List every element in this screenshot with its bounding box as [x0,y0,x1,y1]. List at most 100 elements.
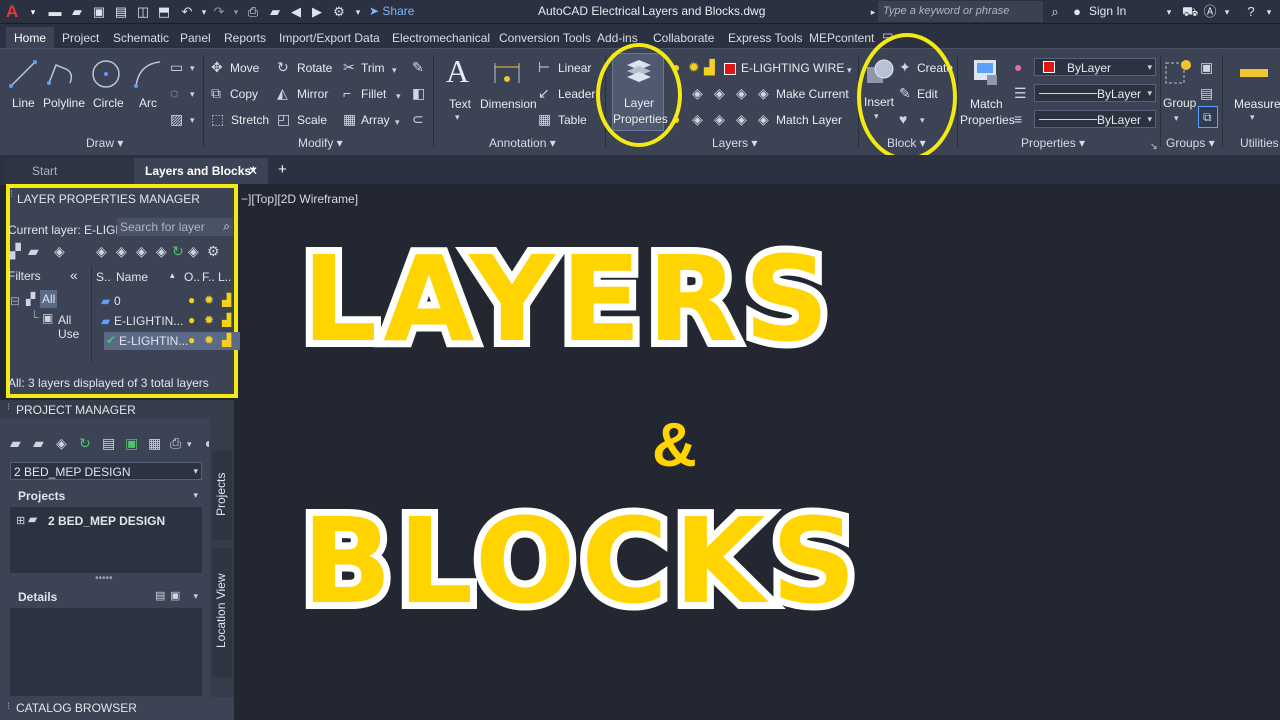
tab-layers-and-blocks[interactable]: Layers and Blocks* [145,164,256,178]
group-selection-toggle[interactable]: ⧉ [1198,106,1218,128]
project-task-icon[interactable]: ▦ [148,435,161,452]
match-properties-label-1[interactable]: Match [970,97,1003,111]
measure-dropdown-icon[interactable]: ▾ [1250,112,1255,123]
hatch-icon[interactable]: ◌ [170,85,178,101]
project-expand-icon[interactable]: ⊞ [16,514,25,527]
refresh-icon[interactable]: ↻ [172,243,184,260]
autodesk-app-icon[interactable]: Ⓐ [1203,5,1217,19]
dimension-button[interactable]: Dimension [480,97,537,111]
close-tab-icon[interactable]: ✕ [248,164,258,178]
array-dropdown-icon[interactable]: ▾ [395,117,400,128]
signin-dropdown-icon[interactable]: ▾ [1162,5,1176,19]
palette-grip-icon[interactable]: ⁝ [7,701,10,712]
project-select[interactable]: 2 BED_MEP DESIGN ▾ [10,462,202,480]
web-mobile-icon[interactable]: ◫ [136,5,150,19]
leader-button[interactable]: Leader [558,87,595,101]
groups-panel-title[interactable]: Groups ▾ [1166,136,1215,150]
tab-import-export[interactable]: Import/Export Data [279,31,380,45]
user-icon[interactable]: ● [1070,5,1084,19]
properties-launcher-icon[interactable]: ↘ [1150,141,1158,152]
text-dropdown-icon[interactable]: ▾ [455,112,460,123]
col-freeze-header[interactable]: F.. [202,270,215,284]
layer-on-bulb-icon[interactable]: ● [188,333,195,347]
refresh-project-icon[interactable]: ↻ [79,435,91,452]
layer-row-selected[interactable]: ✔ E-LIGHTIN... ● ✹ ▟ [104,332,240,350]
collapse-filters-icon[interactable]: « [70,267,78,283]
workspace-dropdown-icon[interactable]: ▾ [351,5,365,19]
layer-thaw-sun-icon[interactable]: ✹ [204,293,214,307]
layer-unlock-icon[interactable]: ▟ [222,293,231,307]
delete-layer-icon[interactable]: ◈ [136,243,147,260]
tab-home[interactable]: Home [6,27,55,50]
new-project-icon[interactable]: ▰ [33,435,44,452]
share-button[interactable]: ➤ Share [369,4,414,18]
layer-row[interactable]: ▰ 0 ● ✹ ▟ [101,292,240,310]
new-file-icon[interactable]: ▬ [48,5,62,19]
new-tab-button[interactable]: + [278,161,287,178]
text-button[interactable]: Text [449,97,471,111]
palette-grip-icon[interactable]: ⁝ [10,189,13,200]
gradient-icon[interactable]: ▨ [170,111,183,128]
layer-unlock-icon[interactable]: ▟ [222,333,231,347]
plot-icon[interactable]: ⎙ [246,5,260,19]
save-as-icon[interactable]: ▤ [114,5,128,19]
current-layer-combo[interactable]: E-LIGHTING WIRE [741,61,844,75]
layer-combo-dropdown-icon[interactable]: ▾ [847,65,852,76]
tree-expand-icon[interactable]: ⊟ [10,294,20,308]
col-on-header[interactable]: O.. [184,270,200,284]
layer-thaw-sun-icon[interactable]: ✹ [204,333,214,347]
more-tools-icon[interactable]: ◖ [203,435,211,451]
col-sort-icon[interactable]: ▴ [170,270,175,281]
new-drawing-icon[interactable]: ◈ [56,435,67,452]
new-layer-icon[interactable]: ◈ [96,243,107,260]
linear-button[interactable]: Linear [558,61,591,75]
polyline-button[interactable]: Polyline [43,96,85,110]
copy-button[interactable]: Copy [230,87,258,101]
trim-dropdown-icon[interactable]: ▾ [392,65,397,76]
layer-on-bulb-icon[interactable]: ● [188,293,195,307]
back-arrow-icon[interactable]: ◀ [289,5,303,19]
gradient-dropdown-icon[interactable]: ▾ [190,115,195,126]
help-icon[interactable]: ? [1244,5,1258,19]
palette-grip-icon[interactable]: ⁝ [7,402,10,413]
group-dropdown-icon[interactable]: ▾ [1174,113,1179,124]
details-header-bar[interactable]: Details ▤ ▣ ▾ [10,586,202,608]
plot-dropdown-icon[interactable]: ▾ [187,439,192,450]
filter-all-item[interactable]: All [40,290,58,308]
plot-project-icon[interactable]: ⎙ [170,435,181,452]
forward-arrow-icon[interactable]: ▶ [310,5,324,19]
layers-panel-title[interactable]: Layers ▾ [712,136,757,150]
filter-all-used-item[interactable]: All Use [58,313,91,341]
open-folder-icon[interactable]: ▰ [70,5,84,19]
layer-thaw-sun-icon[interactable]: ✹ [204,313,214,327]
details-menu-icon[interactable]: ▾ [193,591,198,602]
set-current-icon[interactable]: ◈ [156,243,167,260]
project-update-icon[interactable]: ▣ [125,435,138,452]
splitter-grip-icon[interactable]: ••••• [95,573,113,584]
layer-search-input[interactable]: Search for layer ⌕ [117,218,233,236]
circle-button[interactable]: Circle [93,96,124,110]
rectangle-icon[interactable]: ▭ [170,59,183,76]
group-button[interactable]: Group [1163,96,1196,110]
redo-dropdown-icon[interactable]: ▾ [229,5,243,19]
layer-walk-icon[interactable]: ◈ [188,243,199,260]
col-name-header[interactable]: Name [116,270,148,284]
annotation-panel-title[interactable]: Annotation ▾ [489,136,556,150]
erase-icon[interactable]: ✎ [412,59,424,76]
color-combo[interactable]: ByLayer ▾ [1034,58,1156,76]
undo-dropdown-icon[interactable]: ▾ [197,5,211,19]
redo-icon[interactable]: ↷ [212,5,226,19]
workspace-icon[interactable]: ⚙ [332,5,346,19]
layer-unlock-icon[interactable]: ▟ [704,59,715,76]
new-filter-icon[interactable]: ▞ [10,243,21,260]
catalog-browser[interactable]: ⁝ CATALOG BROWSER [0,697,234,720]
hatch-dropdown-icon[interactable]: ▾ [190,89,195,100]
ungroup-icon[interactable]: ▣ [1200,59,1213,76]
layer-on-bulb-icon[interactable]: ● [188,313,195,327]
explode-icon[interactable]: ◧ [412,85,425,102]
table-button[interactable]: Table [558,113,587,127]
new-layer-vp-icon[interactable]: ◈ [116,243,127,260]
layer-unlock-icon[interactable]: ▟ [222,313,231,327]
undo-icon[interactable]: ↶ [180,5,194,19]
open-project-icon[interactable]: ▰ [268,5,282,19]
